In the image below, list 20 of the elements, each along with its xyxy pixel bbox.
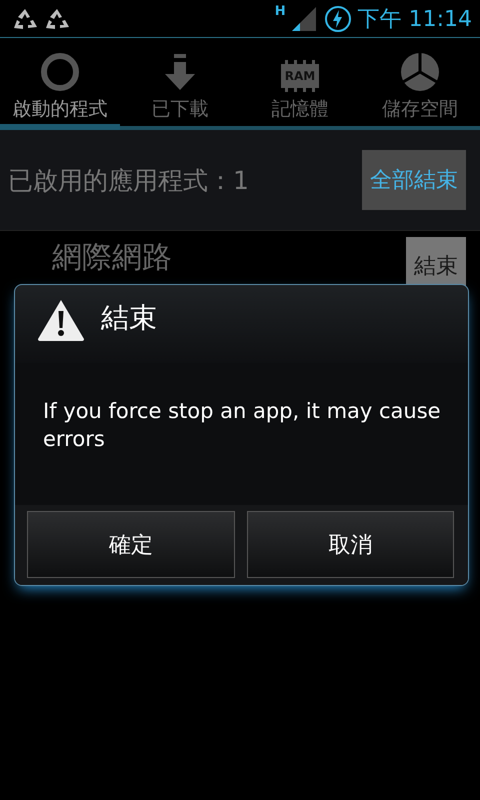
pie-chart-icon [400,52,440,92]
clock: 下午 11:14 [358,6,472,34]
dialog-title: 結束 [101,300,157,336]
signal-icon [292,6,318,30]
dialog-button[interactable]: 確定 [27,511,234,578]
tab[interactable]: 已下載 [120,38,240,130]
ring-icon [40,52,80,92]
network-type: H [274,4,286,19]
dialog-button[interactable]: 取消 [246,511,454,578]
recycle-icon [12,8,38,30]
tab[interactable]: 儲存空間 [360,38,480,130]
recycle-icon [44,8,70,30]
charging-battery-icon [324,4,352,32]
stop-all-button[interactable]: 全部結束 [362,150,466,210]
dialog-message: If you force stop an app, it may cause errors [15,363,468,505]
app-name: 網際網路 [52,239,173,277]
tab[interactable]: RAM 記憶體 [240,38,360,130]
running-apps-count: 已啟用的應用程式：1 [8,164,249,196]
warning-icon [37,299,85,341]
download-icon [164,54,196,92]
